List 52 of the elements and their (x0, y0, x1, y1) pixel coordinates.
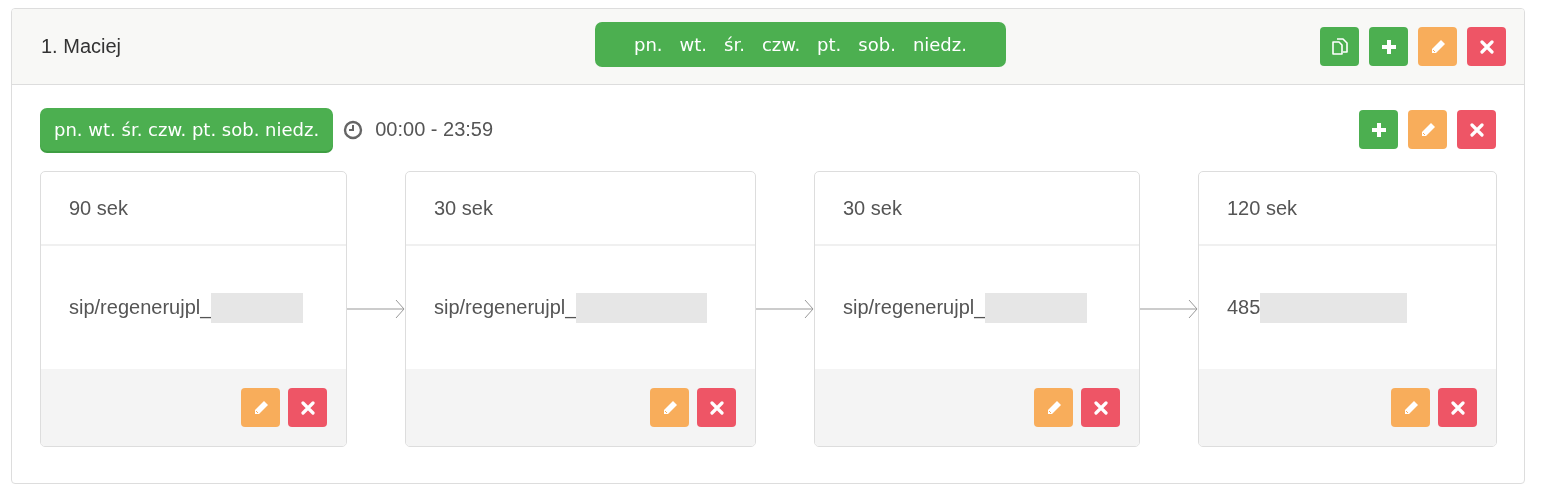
pencil-icon (661, 399, 678, 416)
pencil-icon (252, 399, 269, 416)
close-icon (1093, 400, 1108, 415)
close-icon (300, 400, 315, 415)
copy-button[interactable] (1320, 27, 1359, 66)
group-title: 1. Maciej (41, 35, 122, 58)
delete-button[interactable] (697, 388, 736, 427)
delete-button[interactable] (1081, 388, 1120, 427)
edit-button[interactable] (1418, 27, 1457, 66)
day-label: śr. (724, 34, 745, 55)
duration-label: 30 sek (434, 196, 493, 220)
day-label: czw. (761, 34, 801, 55)
day-label: sob. (858, 34, 896, 55)
target-label: sip/regenerujpl_ (843, 296, 986, 319)
target-label: 485 (1227, 296, 1261, 319)
delete-button[interactable] (1467, 27, 1506, 66)
delete-button[interactable] (288, 388, 327, 427)
edit-button[interactable] (1391, 388, 1430, 427)
duration-label: 90 sek (69, 196, 128, 220)
copy-icon (1330, 37, 1349, 56)
close-icon (1479, 39, 1494, 54)
arrow (347, 299, 405, 319)
pencil-icon (1045, 399, 1062, 416)
duration-label: 30 sek (843, 196, 902, 220)
day-label: pt. (817, 34, 842, 55)
plus-icon (1370, 121, 1387, 138)
day-label: niedz. (912, 34, 967, 55)
arrow (756, 299, 814, 319)
add-button[interactable] (1369, 27, 1408, 66)
edit-button[interactable] (1408, 110, 1447, 149)
close-icon (1469, 122, 1484, 137)
delete-button[interactable] (1438, 388, 1477, 427)
pencil-icon (1419, 121, 1436, 138)
delete-button[interactable] (1457, 110, 1496, 149)
day-label: wt. (679, 34, 708, 55)
clock-icon (343, 119, 364, 140)
close-icon (709, 400, 724, 415)
plus-icon (1380, 38, 1397, 55)
day-label: pn. (634, 34, 663, 55)
duration-label: 120 sek (1227, 196, 1298, 220)
pencil-icon (1429, 38, 1446, 55)
days-badge: pn. wt. śr. czw. pt. sob. niedz. (40, 108, 334, 151)
edit-button[interactable] (1034, 388, 1073, 427)
close-icon (1450, 400, 1465, 415)
target-label: sip/regenerujpl_ (69, 296, 212, 319)
add-button[interactable] (1359, 110, 1398, 149)
time-range: 00:00 - 23:59 (375, 118, 494, 141)
pencil-icon (1402, 399, 1419, 416)
edit-button[interactable] (241, 388, 280, 427)
edit-button[interactable] (650, 388, 689, 427)
target-label: sip/regenerujpl_ (434, 296, 577, 319)
arrow (1140, 299, 1198, 319)
